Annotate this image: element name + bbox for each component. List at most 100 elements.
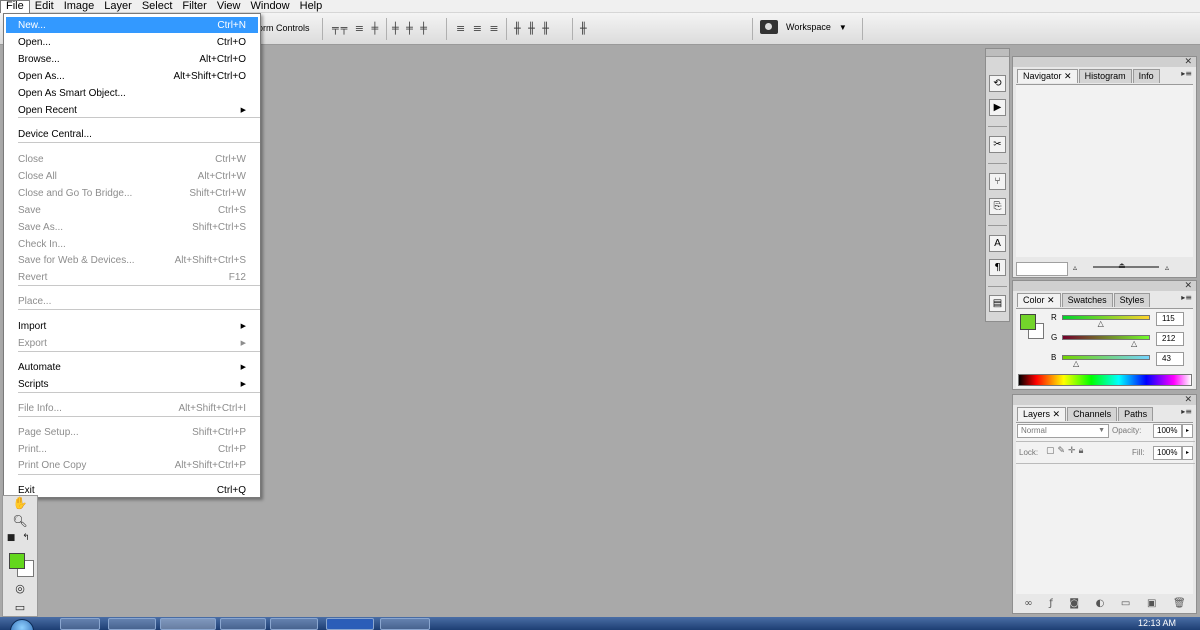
foreground-color-swatch[interactable] (9, 553, 25, 569)
taskbar-app-chrome[interactable] (220, 618, 266, 630)
taskbar-app-window[interactable] (380, 618, 430, 630)
tool-presets-icon[interactable]: ✂ (989, 136, 1006, 153)
quick-mask-icon[interactable]: ◎ (11, 582, 29, 598)
file-menu-item-open-as[interactable]: Open As... Alt+Shift+Ctrl+O (6, 68, 258, 84)
file-menu-item-close-and-go-to-bridge[interactable]: Close and Go To Bridge... Shift+Ctrl+W (6, 185, 258, 201)
file-menu-item-revert[interactable]: Revert F12 (6, 269, 258, 285)
channel-slider-r[interactable] (1062, 315, 1150, 320)
channel-slider-thumb[interactable]: △ (1073, 359, 1079, 368)
menu-file[interactable]: File (0, 0, 30, 13)
opacity-arrow-icon[interactable]: ▸ (1182, 424, 1193, 438)
fill-field[interactable]: 100% (1153, 446, 1182, 460)
tab-navigator[interactable]: Navigator ✕ (1017, 69, 1078, 83)
menu-view[interactable]: View (212, 0, 246, 13)
close-icon[interactable]: ✕ (1184, 281, 1192, 291)
delete-layer-icon[interactable]: 🗑︎ (1173, 598, 1186, 609)
file-menu-item-check-in[interactable]: Check In... (6, 236, 258, 252)
swap-colors-icon[interactable]: ↰ (21, 533, 31, 549)
color-ramp[interactable] (1018, 374, 1192, 386)
file-menu-item-browse[interactable]: Browse... Alt+Ctrl+O (6, 51, 258, 67)
file-menu-item-scripts[interactable]: Scripts ▶ (6, 376, 258, 392)
file-menu-item-device-central[interactable]: Device Central... (6, 126, 258, 142)
lock-icons[interactable]: ▢✎✛🔒︎ (1046, 446, 1086, 456)
align-centers-icons[interactable]: ╪ ╪ ╪ (392, 22, 429, 35)
panel-title-bar[interactable] (1013, 57, 1196, 67)
opacity-field[interactable]: 100% (1153, 424, 1182, 438)
file-menu-item-page-setup[interactable]: Page Setup... Shift+Ctrl+P (6, 424, 258, 440)
tab-histogram[interactable]: Histogram (1078, 69, 1132, 83)
taskbar-app-browser[interactable] (60, 618, 100, 630)
tab-info[interactable]: Info (1132, 69, 1160, 83)
new-group-icon[interactable]: ▭ (1121, 598, 1130, 609)
zoom-slider[interactable] (1093, 266, 1159, 268)
menu-help[interactable]: Help (295, 0, 328, 13)
zoom-out-icon[interactable]: ▵ (1073, 263, 1077, 272)
auto-align-icon[interactable]: ╫ (580, 22, 589, 35)
menu-window[interactable]: Window (246, 0, 295, 13)
actions-icon[interactable]: ▶ (989, 99, 1006, 116)
taskbar-app-folder[interactable] (108, 618, 156, 630)
taskbar-app-firefox[interactable] (160, 618, 216, 630)
distribute-icons[interactable]: ≡ ≡ ≡ (456, 22, 501, 35)
brushes-icon[interactable]: ⑂ (989, 173, 1006, 190)
menu-filter[interactable]: Filter (177, 0, 211, 13)
tab-styles[interactable]: Styles (1113, 293, 1151, 307)
panel-menu-icon[interactable]: ▸≡ (1181, 293, 1192, 302)
panel-menu-icon[interactable]: ▸≡ (1181, 69, 1192, 78)
layer-style-icon[interactable]: ƒ (1049, 598, 1053, 609)
panel-title-bar[interactable] (1013, 281, 1196, 291)
file-menu-item-new[interactable]: New... Ctrl+N (6, 17, 258, 33)
file-menu-item-print[interactable]: Print... Ctrl+P (6, 441, 258, 457)
menu-layer[interactable]: Layer (99, 0, 137, 13)
file-menu-item-save[interactable]: Save Ctrl+S (6, 202, 258, 218)
file-menu-item-save-as[interactable]: Save As... Shift+Ctrl+S (6, 219, 258, 235)
paragraph-icon[interactable]: ¶ (989, 259, 1006, 276)
tab-channels[interactable]: Channels (1067, 407, 1118, 421)
file-menu-item-open-recent[interactable]: Open Recent ▶ (6, 102, 258, 118)
panel-title-bar[interactable] (1013, 395, 1196, 405)
file-menu-item-file-info[interactable]: File Info... Alt+Shift+Ctrl+I (6, 400, 258, 416)
file-menu-item-save-for-web-devices[interactable]: Save for Web & Devices... Alt+Shift+Ctrl+… (6, 252, 258, 268)
file-menu-item-open[interactable]: Open... Ctrl+O (6, 34, 258, 50)
zoom-tool-icon[interactable]: 🔍︎ (11, 514, 29, 530)
file-menu-item-close-all[interactable]: Close All Alt+Ctrl+W (6, 168, 258, 184)
hand-tool-icon[interactable]: ✋ (11, 496, 29, 512)
taskbar-clock[interactable]: 12:13 AM (1138, 618, 1176, 628)
new-layer-icon[interactable]: ▣ (1147, 598, 1156, 609)
taskbar-app-photoshop[interactable] (326, 618, 374, 630)
menu-select[interactable]: Select (137, 0, 178, 13)
tab-layers[interactable]: Layers ✕ (1017, 407, 1067, 421)
menu-edit[interactable]: Edit (30, 0, 59, 13)
taskbar-app-explorer[interactable] (270, 618, 318, 630)
file-menu-item-export[interactable]: Export ▶ (6, 335, 258, 351)
file-menu-item-import[interactable]: Import ▶ (6, 318, 258, 334)
file-menu-item-open-as-smart-object[interactable]: Open As Smart Object... (6, 85, 258, 101)
file-menu-item-automate[interactable]: Automate ▶ (6, 359, 258, 375)
fill-arrow-icon[interactable]: ▸ (1182, 446, 1193, 460)
panel-menu-icon[interactable]: ▸≡ (1181, 407, 1192, 416)
color-foreground-swatch[interactable] (1020, 314, 1036, 330)
zoom-in-icon[interactable]: ▵ (1165, 263, 1169, 272)
channel-slider-thumb[interactable]: △ (1098, 319, 1104, 328)
layer-comps-icon[interactable]: ▤ (989, 295, 1006, 312)
zoom-slider-thumb[interactable]: ⏏ (1118, 261, 1126, 270)
default-colors-icon[interactable]: ■ (6, 533, 16, 549)
dock-grip[interactable] (986, 49, 1009, 57)
tab-color[interactable]: Color ✕ (1017, 293, 1061, 307)
file-menu-item-close[interactable]: Close Ctrl+W (6, 151, 258, 167)
tab-paths[interactable]: Paths (1118, 407, 1154, 421)
screen-mode-icon[interactable]: ▭ (11, 601, 29, 617)
clone-source-icon[interactable]: ⎘ (989, 198, 1006, 215)
align-edges-icons[interactable]: ╤╤ ≡ ╪ (332, 22, 380, 35)
file-menu-item-print-one-copy[interactable]: Print One Copy Alt+Shift+Ctrl+P (6, 457, 258, 473)
channel-slider-thumb[interactable]: △ (1131, 339, 1137, 348)
history-icon[interactable]: ⟲ (989, 75, 1006, 92)
channel-value-g[interactable]: 212 (1156, 332, 1184, 346)
zoom-field[interactable] (1016, 262, 1068, 276)
channel-value-r[interactable]: 115 (1156, 312, 1184, 326)
adjustment-layer-icon[interactable]: ◐ (1096, 598, 1105, 609)
layer-mask-icon[interactable]: ◙ (1069, 598, 1079, 609)
workspace-button[interactable]: Workspace ▼ (760, 20, 847, 34)
tab-swatches[interactable]: Swatches (1061, 293, 1113, 307)
menu-image[interactable]: Image (59, 0, 100, 13)
